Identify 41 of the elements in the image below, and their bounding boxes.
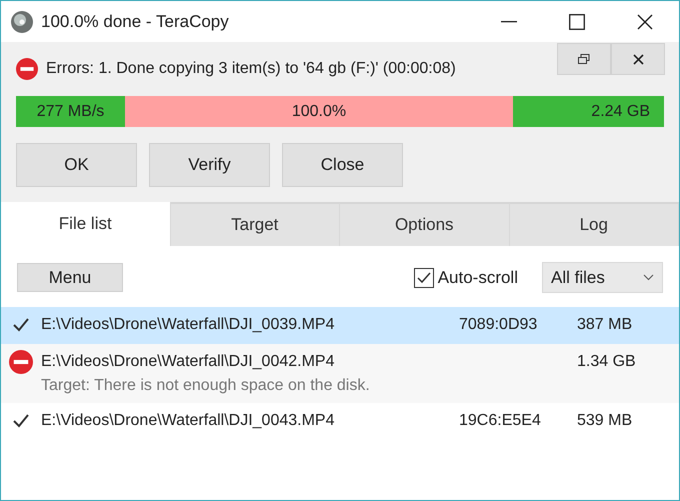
file-size: 539 MB [576,412,634,430]
progress-bar: 100.0% [125,96,513,127]
status-message: Errors: 1. Done copying 3 item(s) to '64 gb (F:)' (00:00:08) [46,60,456,78]
error-icon [16,58,38,80]
speed-readout: 277 MB/s [16,96,125,127]
action-button[interactable]: Verify [149,143,270,187]
disc-icon [11,10,33,32]
minimize-icon [501,20,517,22]
file-size: 387 MB [576,316,634,334]
check-icon [13,318,29,332]
menu-button[interactable]: Menu [17,263,123,292]
action-button[interactable]: OK [16,143,137,187]
filter-dropdown[interactable]: All files [542,262,663,293]
file-path: E:\Videos\Drone\Waterfall\DJI_0042.MP4 [41,353,336,371]
error-icon [9,350,33,374]
file-row[interactable]: E:\Videos\Drone\Waterfall\DJI_0042.MP4 1.34 GB Target: There is not enough space on the disk. [1,344,679,403]
file-path: E:\Videos\Drone\Waterfall\DJI_0043.MP4 [41,412,336,430]
tab[interactable]: Options [340,202,510,246]
file-path: E:\Videos\Drone\Waterfall\DJI_0039.MP4 [41,316,336,334]
file-hash: 7089:0D93 [459,316,538,333]
auto-scroll-checkbox[interactable] [414,268,434,288]
file-row[interactable]: E:\Videos\Drone\Waterfall\DJI_0039.MP4 7089:0D93 387 MB [1,307,679,344]
size-readout: 2.24 GB [513,96,664,127]
chevron-down-icon [643,274,654,281]
maximize-icon [569,14,585,30]
check-icon [13,414,29,428]
file-hash: 19C6:E5E4 [459,412,541,429]
restore-button[interactable] [557,43,611,75]
close-icon [632,54,644,64]
error-note: Target: There is not enough space on the disk. [41,377,371,395]
close-icon [637,14,653,30]
tab[interactable]: File list [1,202,170,246]
file-size: 1.34 GB [576,353,637,371]
window-title: 100.0% done - TeraCopy [41,12,230,32]
close-panel-button[interactable] [611,43,665,75]
auto-scroll-label: Auto-scroll [438,268,518,288]
tab[interactable]: Target [170,202,340,246]
restore-icon [578,54,590,64]
action-button[interactable]: Close [282,143,403,187]
tab[interactable]: Log [510,202,679,246]
check-icon [416,272,431,284]
